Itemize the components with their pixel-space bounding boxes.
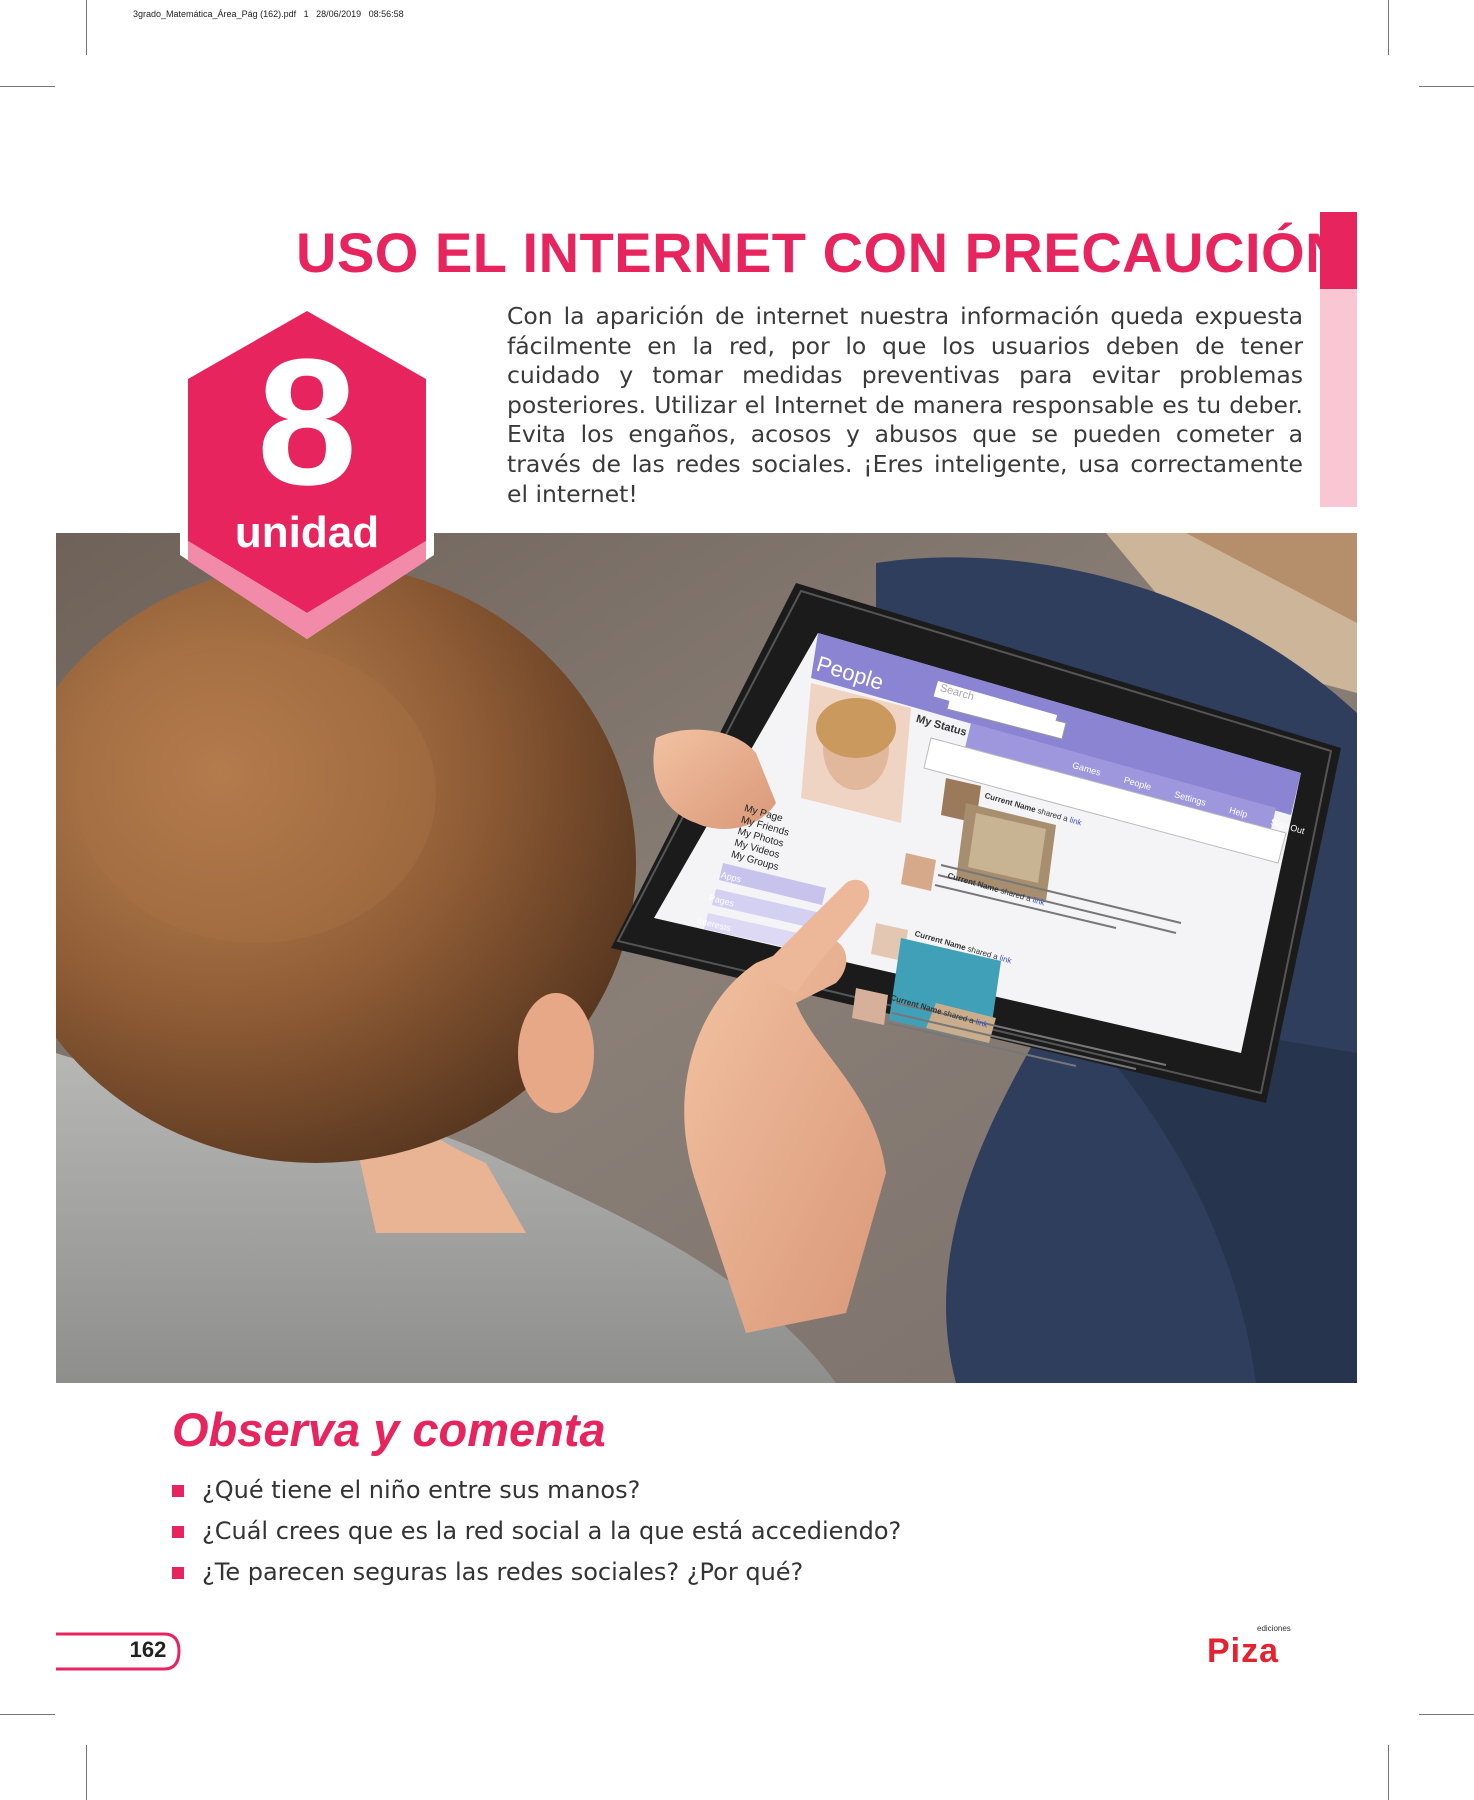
crop-mark xyxy=(1388,1745,1389,1800)
bullet-square-icon xyxy=(172,1485,184,1497)
post-link[interactable]: link xyxy=(1032,895,1046,907)
crop-mark xyxy=(1419,1714,1474,1715)
post-link[interactable]: link xyxy=(975,1017,989,1029)
crop-mark xyxy=(86,0,87,55)
tablet-menu: My Page My Friends My Photos My Videos M… xyxy=(729,803,793,874)
tablet-menu-bars: Apps Pages Interests xyxy=(696,863,746,941)
post-author: Current Name xyxy=(946,871,1000,895)
crop-mark xyxy=(0,1714,55,1715)
unit-label: unidad xyxy=(234,508,380,557)
section-title: Observa y comenta xyxy=(172,1403,606,1456)
list-item: ¿Qué tiene el niño entre sus manos? xyxy=(172,1476,901,1517)
tablet-nav: Games People Settings Help Sign Out xyxy=(1071,760,1306,836)
crop-mark xyxy=(0,86,55,87)
unit-badge: 8 unidad xyxy=(170,303,444,643)
tablet-nav-item[interactable]: Settings xyxy=(1173,789,1207,808)
publisher-logo: ediciones Piza xyxy=(1205,1622,1305,1672)
tablet-post: Current Name shared a link xyxy=(914,929,1013,965)
list-item: ¿Cuál crees que es la red social a la qu… xyxy=(172,1517,901,1558)
question-text: ¿Cuál crees que es la red social a la qu… xyxy=(202,1517,902,1545)
tablet-post: Current Name shared a link xyxy=(890,993,989,1029)
crop-mark xyxy=(86,1745,87,1800)
post-author: Current Name xyxy=(913,929,967,953)
tablet-post: Current Name shared a link xyxy=(947,871,1046,907)
page-title: USO EL INTERNET CON PRECAUCIÓN xyxy=(296,221,1347,284)
post-link[interactable]: link xyxy=(999,953,1013,965)
list-item: ¿Te parecen seguras las redes sociales? … xyxy=(172,1558,901,1599)
tablet-post: Current Name shared a link xyxy=(984,791,1083,827)
question-text: ¿Te parecen seguras las redes sociales? … xyxy=(202,1558,804,1586)
post-action: shared a xyxy=(999,886,1032,904)
crop-mark xyxy=(1419,86,1474,87)
tablet-nav-item[interactable]: People xyxy=(1123,775,1153,792)
tablet-nav-item[interactable]: Sign Out xyxy=(1269,817,1305,836)
post-author: Current Name xyxy=(889,993,943,1017)
tablet-status-label: My Status xyxy=(914,713,968,739)
bullet-square-icon xyxy=(172,1567,184,1579)
post-link[interactable]: link xyxy=(1069,815,1083,827)
intro-paragraph: Con la aparición de internet nuestra inf… xyxy=(507,302,1303,508)
question-text: ¿Qué tiene el niño entre sus manos? xyxy=(202,1476,641,1504)
tablet-nav-item[interactable]: Games xyxy=(1071,760,1102,778)
accent-bar-light xyxy=(1320,289,1357,507)
tablet-app-title: People xyxy=(813,651,887,695)
crop-mark xyxy=(1388,0,1389,55)
page-number: 162 xyxy=(129,1637,167,1662)
post-action: shared a xyxy=(966,944,999,962)
tablet-nav-item[interactable]: Help xyxy=(1228,805,1249,820)
bullet-square-icon xyxy=(172,1526,184,1538)
main-photo: People Search My Status Games People Set… xyxy=(56,533,1357,1383)
post-action: shared a xyxy=(1036,806,1069,824)
print-slug: 3grado_Matemática_Área_Pág (162).pdf 1 2… xyxy=(133,9,404,19)
publisher-name: Piza xyxy=(1207,1632,1280,1670)
unit-number: 8 xyxy=(256,322,358,523)
post-author: Current Name xyxy=(983,791,1037,815)
post-action: shared a xyxy=(942,1008,975,1026)
question-list: ¿Qué tiene el niño entre sus manos? ¿Cuá… xyxy=(172,1476,901,1599)
